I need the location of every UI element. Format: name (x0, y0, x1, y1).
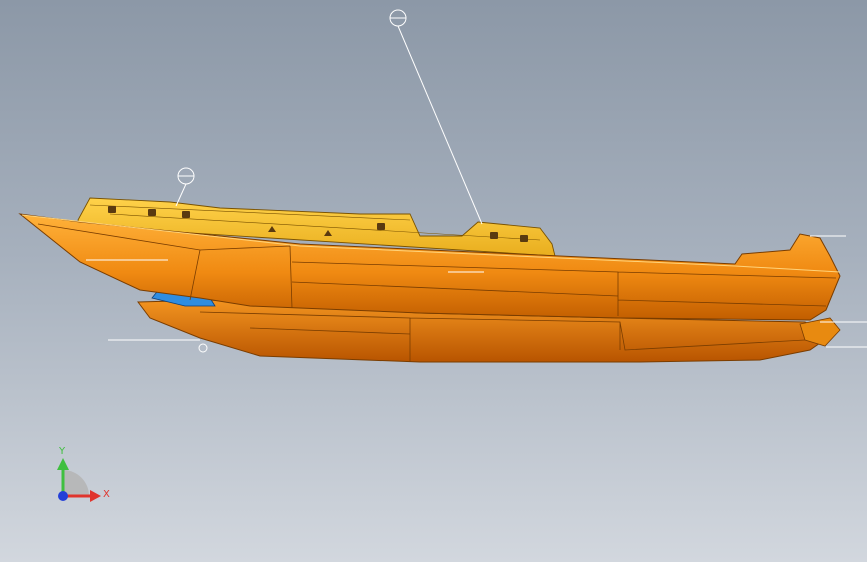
triad-z-axis (58, 491, 68, 501)
deck-port (377, 223, 385, 230)
triad-xy-plane (63, 470, 89, 496)
model-scene[interactable]: Y X (0, 0, 867, 562)
annotation-leader (397, 25, 483, 225)
triad-y-label: Y (58, 446, 66, 457)
annotation-circle-icon[interactable] (198, 343, 208, 353)
annotation-circle-icon[interactable] (389, 9, 407, 27)
annotation-circle-icon[interactable] (177, 167, 195, 185)
deck-port (520, 235, 528, 242)
deck-port (490, 232, 498, 239)
deck-port (182, 211, 190, 218)
annotation-leader (175, 183, 187, 207)
deck-port (108, 206, 116, 213)
coordinate-triad-icon: Y X (57, 446, 110, 502)
triad-x-label: X (103, 489, 110, 500)
triad-x-arrow (90, 490, 101, 502)
graphics-viewport[interactable]: Y X (0, 0, 867, 562)
deck-port (148, 209, 156, 216)
triad-y-arrow (57, 458, 69, 470)
